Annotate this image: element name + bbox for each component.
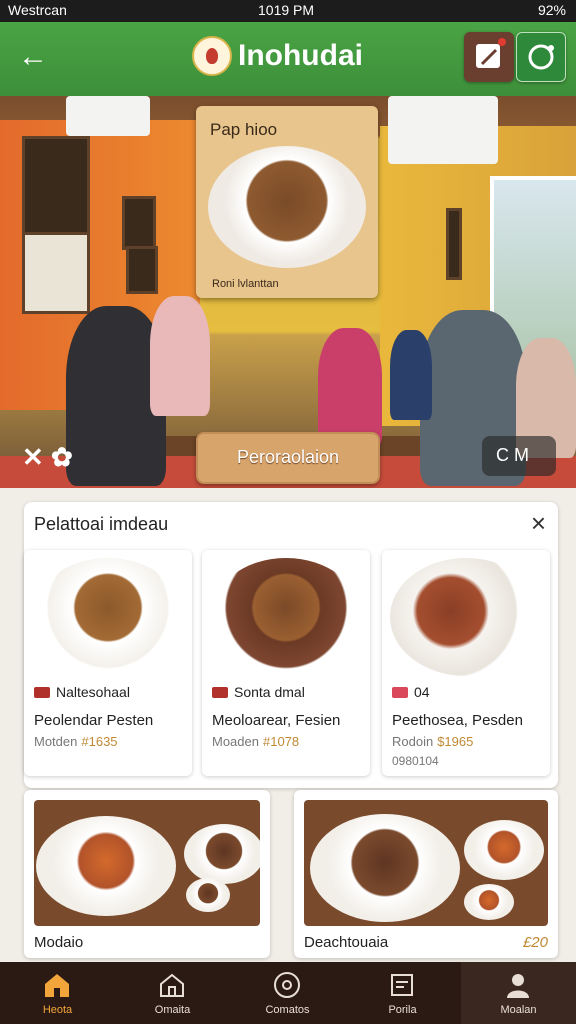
receipt-icon [391, 974, 413, 996]
nav-label: Omaita [154, 1004, 191, 1016]
refresh-icon [528, 44, 554, 70]
nav-item-home[interactable]: Heota [0, 962, 115, 1024]
dish-tag: Naltesohaal [34, 684, 130, 700]
menu-item-card[interactable]: Sonta dmal Meoloarear, Fesien Moaden #107… [202, 550, 370, 776]
menu-item-card[interactable]: Naltesohaal Peolendar Pesten Motden #1635 [24, 550, 192, 776]
noodle-bowl-image [208, 146, 366, 268]
restaurant-hero-image: Pap hioo Roni lvlanttan ✕ ✿ Peroraolaion… [0, 96, 576, 488]
brand-watermark-icon: ✕ ✿ [22, 442, 73, 472]
featured-menu-panel: Pelattoai imdeau × Naltesohaal Peolendar… [24, 502, 558, 788]
dish-image [210, 558, 362, 676]
restaurant-card-image [34, 800, 260, 926]
house-outline-icon [160, 973, 184, 997]
share-button[interactable] [516, 32, 566, 82]
dish-tag: 04 [392, 684, 430, 700]
nav-item-explore[interactable]: Comatos [230, 962, 345, 1024]
nav-label: Heota [42, 1004, 73, 1016]
restaurant-card-label: Deachtouaia [304, 934, 389, 951]
promotion-button[interactable]: Peroraolaion [196, 432, 380, 484]
nav-label: Moalan [500, 1004, 537, 1016]
restaurant-card-price: £20 [522, 934, 548, 951]
dish-price: #1635 [81, 734, 118, 749]
carrier-label: Westrcan [8, 2, 67, 18]
dish-title: Meoloarear, Fesien [212, 712, 341, 729]
media-controls-chip[interactable]: C M [482, 436, 556, 476]
home-icon [45, 974, 69, 997]
app-header: ← Inohudai [0, 22, 576, 96]
restaurant-card-label: Modaio [34, 934, 84, 951]
dish-image [390, 558, 542, 676]
category-icon [34, 687, 50, 698]
dish-subtitle: Motden #1635 [34, 734, 118, 749]
dish-image [32, 558, 184, 676]
dish-price: #1078 [262, 734, 300, 749]
category-icon [212, 687, 228, 698]
nav-label: Comatos [265, 1004, 310, 1016]
dish-code: 0980104 [392, 754, 439, 768]
menu-card-title: Pap hioo [210, 120, 278, 139]
close-icon[interactable]: × [531, 508, 546, 539]
dish-subtitle: Rodoin $1965 [392, 734, 474, 749]
nav-item-browse[interactable]: Omaita [115, 962, 230, 1024]
user-icon [507, 974, 529, 998]
nav-item-orders[interactable]: Porila [345, 962, 460, 1024]
restaurant-card-image [304, 800, 548, 926]
dish-price: $1965 [437, 734, 474, 749]
media-chip-label: C M [496, 445, 529, 465]
category-icon [392, 687, 408, 698]
menu-item-card[interactable]: 04 Peethosea, Pesden Rodoin $1965 0980104 [382, 550, 550, 776]
app-logo [192, 36, 232, 76]
menu-feature-card[interactable]: Pap hioo Roni lvlanttan [196, 106, 378, 298]
dish-subtitle: Moaden #1078 [212, 734, 300, 749]
dish-title: Peethosea, Pesden [392, 712, 523, 729]
edit-icon [476, 38, 506, 68]
app-title: Inohudai [238, 39, 363, 72]
restaurant-card[interactable]: Deachtouaia £20 [294, 790, 558, 958]
location-icon [274, 972, 300, 998]
clock: 1019 PM [258, 2, 315, 18]
bottom-navigation: Heota Omaita Comatos Porila Moalan [0, 962, 576, 1024]
promotion-button-label: Peroraolaion [236, 447, 340, 467]
nav-item-profile[interactable]: Moalan [461, 962, 576, 1024]
back-arrow-icon[interactable]: ← [18, 40, 52, 74]
menu-card-caption: Roni lvlanttan [212, 278, 279, 290]
dish-tag: Sonta dmal [212, 684, 305, 700]
status-bar: Westrcan 1019 PM 92% [0, 0, 576, 22]
battery-level: 92% [537, 2, 566, 18]
restaurant-card[interactable]: Modaio [24, 790, 270, 958]
dish-title: Peolendar Pesten [34, 712, 154, 729]
edit-button[interactable] [464, 32, 514, 82]
nav-label: Porila [388, 1004, 417, 1016]
panel-title: Pelattoai imdeau [34, 514, 169, 534]
